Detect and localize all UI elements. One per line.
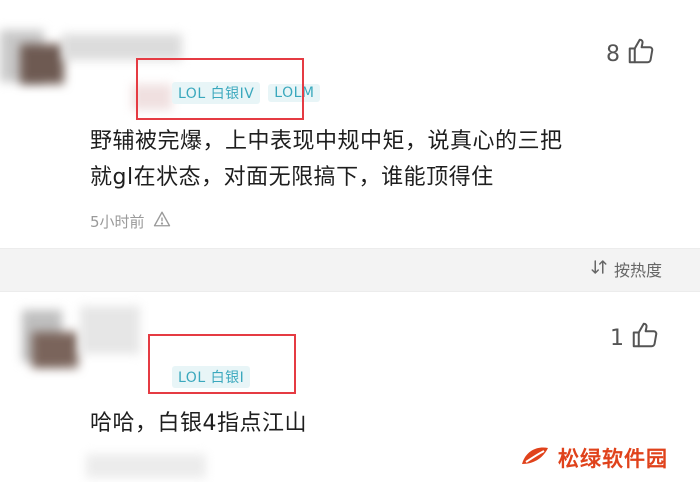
sort-icon [590, 258, 608, 280]
watermark-text: 松绿软件园 [558, 447, 668, 471]
username-blurred [80, 306, 140, 354]
sort-by-hot-button[interactable]: 按热度 [590, 257, 662, 281]
comment-text-line: 野辅被完爆，上中表现中规中矩，说真心的三把 [90, 129, 563, 154]
sort-bar: 按热度 [0, 248, 700, 292]
like-count: 8 [606, 41, 620, 67]
like-count: 1 [610, 325, 624, 351]
comment-text: 哈哈，白银4指点江山 [90, 411, 307, 436]
comment-text: 野辅被完爆，上中表现中规中矩，说真心的三把 就gl在状态，对面无限搞下，谁能顶得… [90, 124, 563, 196]
like-button[interactable]: 8 [606, 36, 656, 72]
highlight-box [148, 334, 296, 394]
username-blurred [62, 34, 182, 60]
blurred-content [86, 454, 206, 478]
thumbs-up-icon [626, 36, 656, 72]
report-warning-icon[interactable] [153, 210, 171, 232]
leaf-logo-icon [520, 444, 550, 472]
avatar-face [20, 44, 64, 84]
avatar-face [32, 332, 78, 368]
watermark: 松绿软件园 [500, 434, 700, 482]
sort-label: 按热度 [613, 261, 662, 280]
highlight-box [136, 58, 304, 120]
comment-meta: 5小时前 [90, 210, 171, 232]
timestamp: 5小时前 [90, 212, 145, 231]
thumbs-up-icon [630, 320, 660, 356]
comment-text-line: 就gl在状态，对面无限搞下，谁能顶得住 [90, 165, 494, 190]
like-button[interactable]: 1 [610, 320, 660, 356]
